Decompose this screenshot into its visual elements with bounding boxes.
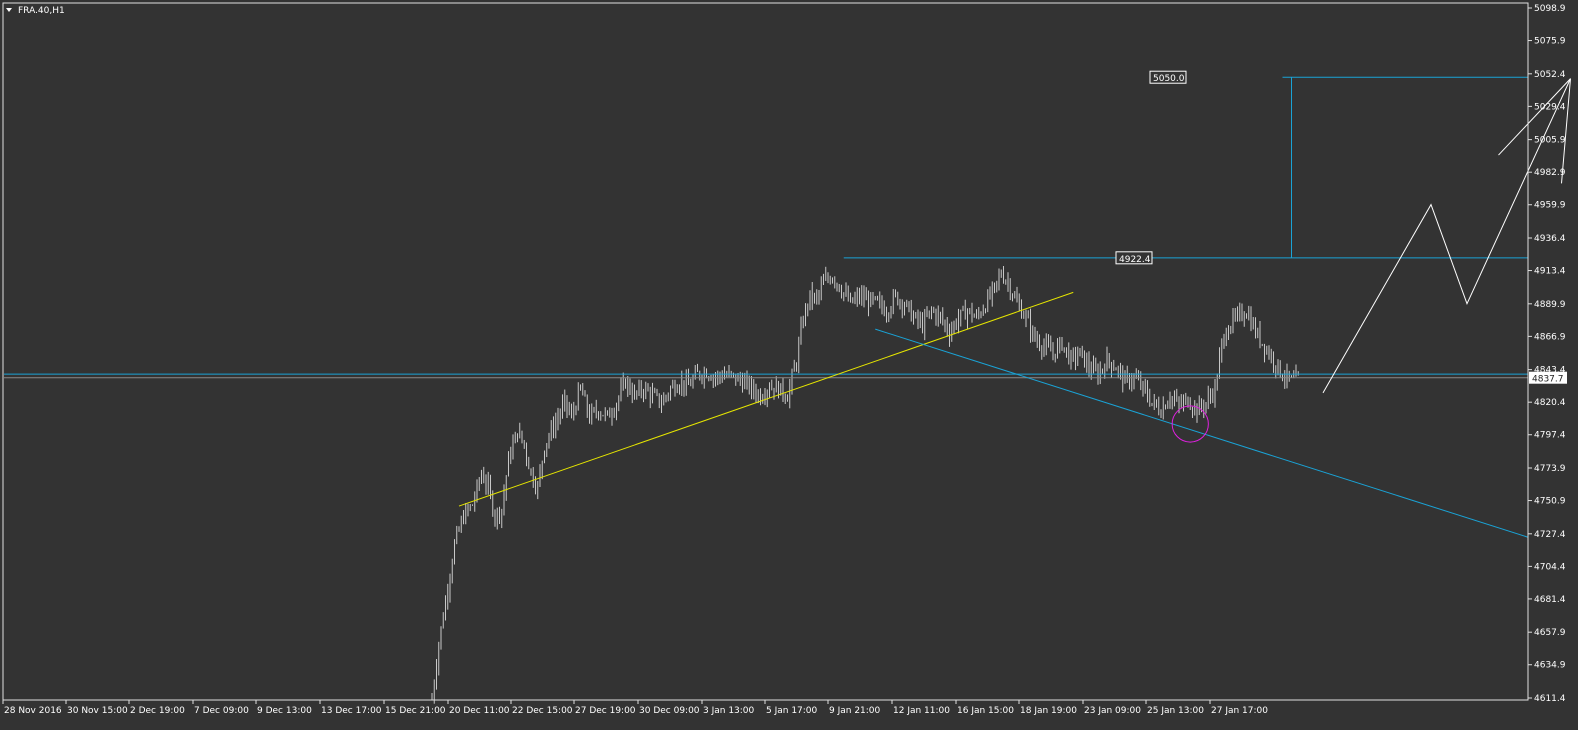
price-tick-label: 4773.9 <box>1534 464 1566 474</box>
current-price-tag[interactable]: 4837.7 <box>1529 371 1567 385</box>
resistance-4922-label-text: 4922.4 <box>1119 255 1151 265</box>
price-tick-label: 4936.4 <box>1534 234 1566 244</box>
time-tick-label: 28 Nov 2016 <box>4 706 62 716</box>
target-5050-label[interactable]: 5050.0 <box>1149 70 1187 84</box>
time-tick-label: 20 Dec 11:00 <box>449 706 510 716</box>
symbol-label: FRA.40,H1 <box>18 6 65 16</box>
price-tick-label: 4959.9 <box>1534 201 1566 211</box>
time-tick-label: 12 Jan 11:00 <box>893 706 950 716</box>
price-tick-label: 4820.4 <box>1534 398 1566 408</box>
price-tick-label: 4727.4 <box>1534 530 1566 540</box>
time-tick-label: 2 Dec 19:00 <box>130 706 185 716</box>
chart-window[interactable]: 5050.0 4922.4 5098.9 5075.9 5052.4 5029.4 500… <box>0 0 1578 726</box>
time-tick-label: 25 Jan 13:00 <box>1147 706 1204 716</box>
time-tick-label: 30 Nov 15:00 <box>67 706 128 716</box>
price-tick-label: 4611.4 <box>1534 694 1566 704</box>
time-tick-label: 15 Dec 21:00 <box>385 706 446 716</box>
price-tick-label: 4982.9 <box>1534 168 1566 178</box>
price-tick-label: 4866.9 <box>1534 332 1566 342</box>
price-chart[interactable]: 5050.0 4922.4 5098.9 5075.9 5052.4 5029.4 500… <box>0 0 1578 726</box>
price-tick-label: 5075.9 <box>1534 37 1566 47</box>
current-price-tag-text: 4837.7 <box>1532 375 1564 385</box>
time-tick-label: 27 Jan 17:00 <box>1211 706 1268 716</box>
time-tick-label: 30 Dec 09:00 <box>639 706 700 716</box>
price-tick-label: 4797.4 <box>1534 431 1566 441</box>
time-tick-label: 23 Jan 09:00 <box>1084 706 1141 716</box>
price-tick-label: 4681.4 <box>1534 595 1566 605</box>
time-tick-label: 9 Jan 21:00 <box>829 706 881 716</box>
target-5050-label-text: 5050.0 <box>1153 74 1185 84</box>
time-tick-label: 18 Jan 19:00 <box>1020 706 1077 716</box>
time-tick-label: 22 Dec 15:00 <box>512 706 573 716</box>
price-tick-label: 4750.9 <box>1534 497 1566 507</box>
time-tick-label: 27 Dec 19:00 <box>575 706 636 716</box>
price-tick-label: 4704.4 <box>1534 562 1566 572</box>
chart-background <box>0 0 1578 726</box>
price-tick-label: 4913.4 <box>1534 267 1566 277</box>
time-tick-label: 3 Jan 13:00 <box>703 706 755 716</box>
price-tick-label: 5098.9 <box>1534 4 1566 14</box>
time-tick-label: 9 Dec 13:00 <box>257 706 312 716</box>
time-tick-label: 5 Jan 17:00 <box>766 706 818 716</box>
price-tick-label: 5052.4 <box>1534 70 1566 80</box>
price-tick-label: 4657.9 <box>1534 628 1566 638</box>
price-tick-label: 5029.4 <box>1534 102 1566 112</box>
price-tick-label: 4889.9 <box>1534 300 1566 310</box>
price-tick-label: 4634.9 <box>1534 661 1566 671</box>
resistance-4922-label[interactable]: 4922.4 <box>1115 251 1153 265</box>
time-tick-label: 7 Dec 09:00 <box>194 706 249 716</box>
time-tick-label: 13 Dec 17:00 <box>321 706 382 716</box>
time-tick-label: 16 Jan 15:00 <box>957 706 1014 716</box>
price-tick-label: 5005.9 <box>1534 136 1566 146</box>
